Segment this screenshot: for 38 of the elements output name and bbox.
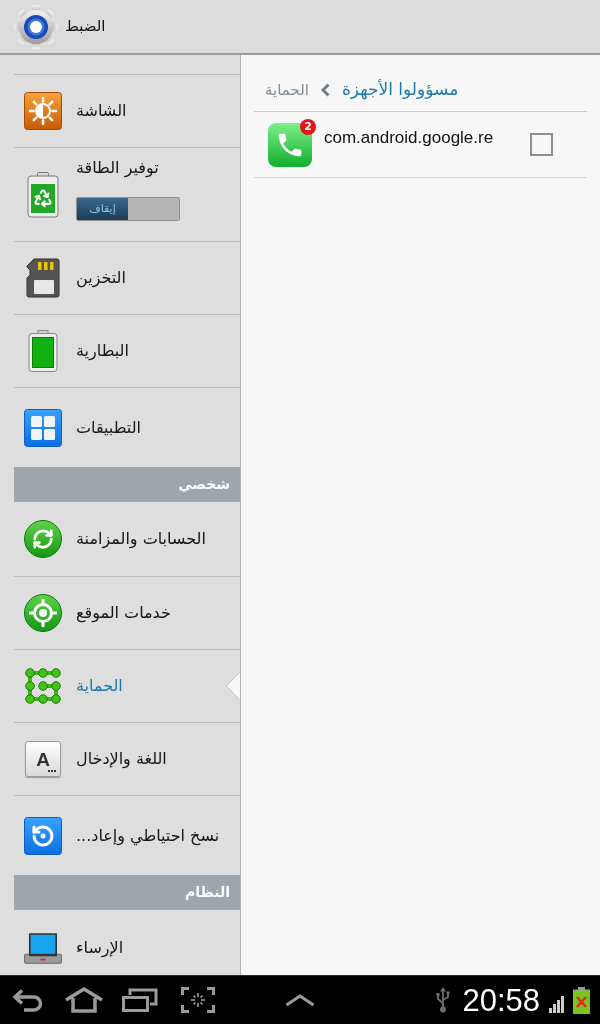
home-icon[interactable]: [64, 987, 104, 1013]
section-header: النظام: [14, 875, 240, 910]
settings-item[interactable]: التخزين: [14, 241, 240, 314]
app-title: الضبط: [65, 16, 106, 38]
toggle-switch[interactable]: إيقاف: [76, 197, 180, 221]
section-header: شخصي: [14, 467, 240, 502]
checkbox[interactable]: [530, 133, 553, 156]
apps-grid-icon: [24, 408, 62, 447]
screenshot-icon[interactable]: [181, 987, 215, 1013]
crosshair-icon: [24, 594, 62, 632]
settings-item[interactable]: الحسابات والمزامنة: [14, 502, 240, 576]
phone-icon: [268, 122, 312, 167]
settings-item[interactable]: البطارية: [14, 314, 240, 387]
recent-apps-icon[interactable]: [122, 988, 158, 1012]
battery-recycle-icon: [27, 171, 59, 218]
sync-icon: [24, 520, 62, 558]
battery-icon: [28, 330, 58, 372]
caret-up-icon[interactable]: [285, 994, 315, 1006]
clock-time: 20:58: [462, 984, 540, 1016]
battery-warning-icon: [573, 986, 590, 1014]
settings-item[interactable]: الشاشة: [14, 74, 240, 147]
chevron-icon: [320, 83, 330, 97]
pattern-grid-icon: [25, 668, 61, 704]
sd-card-icon: [26, 258, 60, 298]
settings-item[interactable]: توفير الطاقة: [76, 158, 159, 178]
settings-item[interactable]: الإرساء: [14, 910, 240, 975]
notification-badge: 2: [300, 118, 316, 135]
app-name: com.android.google.re: [324, 127, 494, 149]
signal-icon: [549, 995, 565, 1013]
usb-icon: [435, 987, 452, 1013]
settings-icon: [14, 4, 58, 49]
page-title: مسؤولوا الأجهزة: [341, 78, 459, 102]
back-icon[interactable]: [12, 988, 44, 1012]
restore-icon: [24, 816, 62, 855]
settings-item[interactable]: خدمات الموقع: [14, 576, 240, 649]
settings-item[interactable]: الحماية: [14, 649, 240, 722]
brightness-icon: [24, 92, 62, 130]
key-letter: A: [36, 749, 50, 769]
